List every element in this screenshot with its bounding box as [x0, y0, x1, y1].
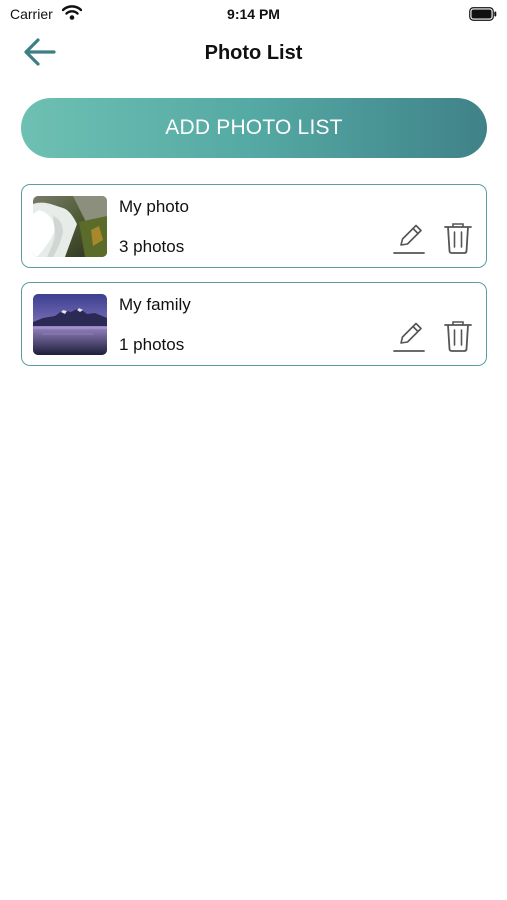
- pencil-icon: [393, 322, 425, 352]
- album-card[interactable]: My family 1 photos: [21, 282, 487, 366]
- page-title: Photo List: [204, 42, 303, 64]
- album-name: My family: [119, 295, 191, 314]
- pencil-icon: [393, 224, 425, 254]
- edit-button[interactable]: [392, 223, 426, 255]
- album-photo-count: 1 photos: [119, 335, 185, 354]
- delete-button[interactable]: [442, 221, 474, 255]
- nav-bar: Photo List: [0, 30, 507, 74]
- status-time: 9:14 PM: [227, 6, 280, 22]
- battery-icon: [469, 7, 497, 26]
- trash-icon: [444, 321, 472, 352]
- delete-button[interactable]: [442, 319, 474, 353]
- add-photo-list-button[interactable]: ADD PHOTO LIST: [21, 98, 487, 158]
- album-card[interactable]: My photo 3 photos: [21, 184, 487, 268]
- album-thumbnail: [33, 294, 107, 355]
- status-bar: Carrier 9:14 PM: [0, 0, 507, 28]
- album-thumbnail: [33, 196, 107, 257]
- edit-button[interactable]: [392, 321, 426, 353]
- trash-icon: [444, 223, 472, 254]
- album-name: My photo: [119, 197, 189, 216]
- album-photo-count: 3 photos: [119, 237, 185, 256]
